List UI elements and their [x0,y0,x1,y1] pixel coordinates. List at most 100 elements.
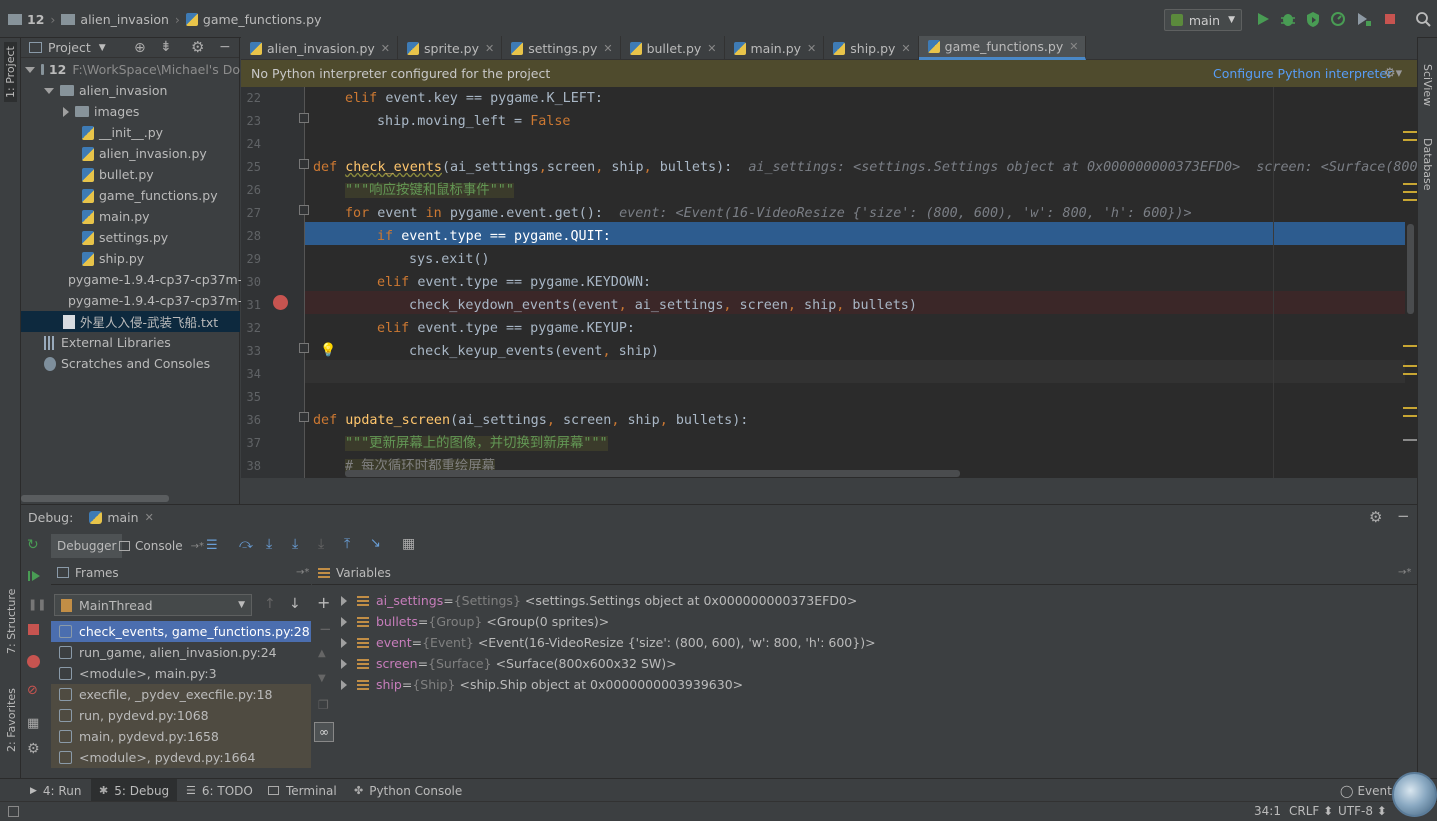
error-stripe-marker[interactable] [1403,415,1417,417]
move-up-icon[interactable]: ▲ [318,648,326,659]
tree-item[interactable]: alien_invasion.py [21,143,240,164]
tree-item[interactable]: 12 F:\WorkSpace\Michael's Do [21,59,240,80]
minimize-icon[interactable]: − [1397,507,1410,525]
chevron-right-icon[interactable] [341,616,347,627]
editor-tab[interactable]: main.py ✕ [725,36,825,60]
force-step-into-icon[interactable]: ⤓ [318,536,324,552]
horizontal-scrollbar[interactable] [345,470,960,477]
run-icon[interactable] [1254,10,1272,28]
error-stripe-marker[interactable] [1403,139,1417,141]
event-log-tab[interactable]: ◯ Event [1332,779,1400,802]
python-console-tool-tab[interactable]: ✤ Python Console [346,779,470,802]
chevron-down-icon[interactable] [25,66,35,73]
tree-item[interactable]: bullet.py [21,164,240,185]
crosshair-icon[interactable]: ⊕ [134,40,146,56]
error-stripe-marker[interactable] [1403,365,1417,367]
stack-frame[interactable]: run, pydevd.py:1068 [51,705,311,726]
close-icon[interactable]: ✕ [145,511,154,524]
tree-item[interactable]: pygame-1.9.4-cp37-cp37m- [21,290,242,311]
new-watch-icon[interactable]: + [317,593,330,612]
breakpoint-icon[interactable] [273,295,288,310]
editor-tab[interactable]: ship.py ✕ [824,36,919,60]
variable-row[interactable]: event = {Event} <Event(16-VideoResize {'s… [341,632,876,653]
project-panel-title[interactable]: Project [48,40,91,55]
chevron-right-icon[interactable] [63,106,69,117]
show-execution-point-icon[interactable]: ☰ [206,538,218,553]
error-stripe-marker[interactable] [1403,191,1417,193]
run-to-cursor-icon[interactable]: ↘ [370,536,381,551]
minimize-icon[interactable]: − [219,39,231,55]
tool-windows-toggle-icon[interactable] [8,806,19,817]
close-icon[interactable]: ✕ [485,42,494,55]
step-out-icon[interactable]: ⤒ [344,536,350,552]
gear-icon[interactable]: ⚙ [191,38,204,56]
step-over-icon[interactable]: ⤼ [239,537,253,552]
fold-marker-icon[interactable] [299,159,309,169]
close-icon[interactable]: ✕ [901,42,910,55]
chevron-right-icon[interactable] [341,637,347,648]
todo-tool-tab[interactable]: ☰ 6: TODO [178,779,261,802]
stop-icon[interactable] [28,624,39,635]
step-into-my-code-icon[interactable]: ⤓ [292,536,298,552]
gear-icon[interactable]: ⚙ [27,741,40,757]
stop-icon[interactable] [1381,10,1399,28]
close-icon[interactable]: ✕ [807,42,816,55]
horizontal-scrollbar[interactable] [21,495,169,502]
search-everywhere-icon[interactable] [1414,10,1432,28]
project-tool-window-button[interactable]: 1: Project [4,42,17,102]
step-into-icon[interactable]: ⤓ [266,536,272,552]
stack-frame[interactable]: run_game, alien_invasion.py:24 [51,642,311,663]
chevron-right-icon[interactable] [341,658,347,669]
concurrency-icon[interactable] [1354,10,1372,28]
pin-icon[interactable]: →* [1398,567,1411,578]
next-frame-icon[interactable]: ↓ [289,596,301,612]
tree-item[interactable]: alien_invasion [21,80,240,101]
chevron-down-icon[interactable]: ▼ [99,43,106,53]
chevron-down-icon[interactable] [44,87,54,94]
debug-session-tab[interactable]: main [107,510,138,525]
layout-icon[interactable]: ▦ [27,716,39,731]
run-configuration-dropdown[interactable]: main ▼ [1164,9,1242,31]
error-stripe-marker[interactable] [1403,183,1417,185]
stack-frame[interactable]: execfile, _pydev_execfile.py:18 [51,684,311,705]
variable-row[interactable]: screen = {Surface} <Surface(800x600x32 SW… [341,653,677,674]
editor-gutter[interactable]: 22 23 24 25 26 27 28 29 30 31 32 33 34 35 36 37 38 [241,87,305,478]
variable-row[interactable]: ai_settings = {Settings} <settings.Settin… [341,590,857,611]
profile-icon[interactable] [1329,10,1347,28]
variable-row[interactable]: ship = {Ship} <ship.Ship object at 0x0000… [341,674,743,695]
stack-frame[interactable]: <module>, pydevd.py:1664 [51,747,311,768]
tree-item[interactable]: 外星人入侵-武装飞船.txt [21,311,240,332]
copy-watch-icon[interactable]: ❐ [318,698,329,712]
thread-selector[interactable]: MainThread ▼ [54,594,252,616]
editor-tab[interactable]: settings.py ✕ [502,36,621,60]
fold-marker-icon[interactable] [299,343,309,353]
tree-item[interactable]: __init__.py [21,122,240,143]
configure-interpreter-link[interactable]: Configure Python interpreter [1213,66,1392,81]
error-stripe-marker[interactable] [1403,439,1417,441]
code-editor[interactable]: 22 23 24 25 26 27 28 29 30 31 32 33 34 35 36 37 38 💡 eli… [241,87,1417,478]
fold-marker-icon[interactable] [299,412,309,422]
tree-item[interactable]: ship.py [21,248,240,269]
chevron-right-icon[interactable] [341,595,347,606]
pin-icon[interactable]: →* [191,541,204,552]
vertical-scrollbar[interactable] [1407,224,1414,314]
error-stripe-marker[interactable] [1403,345,1417,347]
cursor-position[interactable]: 34:1 [1254,804,1281,818]
error-stripe-marker[interactable] [1403,373,1417,375]
close-icon[interactable]: ✕ [707,42,716,55]
breadcrumb-file[interactable]: game_functions.py [203,12,322,27]
favorites-tool-window-button[interactable]: 2: Favorites [5,688,18,752]
debugger-subtab[interactable]: Debugger [51,534,123,558]
remove-watch-icon[interactable]: − [319,620,332,638]
rerun-icon[interactable]: ↻ [27,537,39,553]
fold-marker-icon[interactable] [299,205,309,215]
resume-icon[interactable] [27,569,41,583]
mute-breakpoints-icon[interactable]: ⊘ [27,683,38,698]
collapse-all-icon[interactable]: ⇟ [160,39,172,55]
debug-icon[interactable] [1279,10,1297,28]
evaluate-expression-icon[interactable]: ▦ [402,536,415,552]
close-icon[interactable]: ✕ [603,42,612,55]
debug-tool-tab[interactable]: ✱ 5: Debug [91,779,178,802]
avatar[interactable] [1392,772,1437,817]
move-down-icon[interactable]: ▼ [318,673,326,684]
